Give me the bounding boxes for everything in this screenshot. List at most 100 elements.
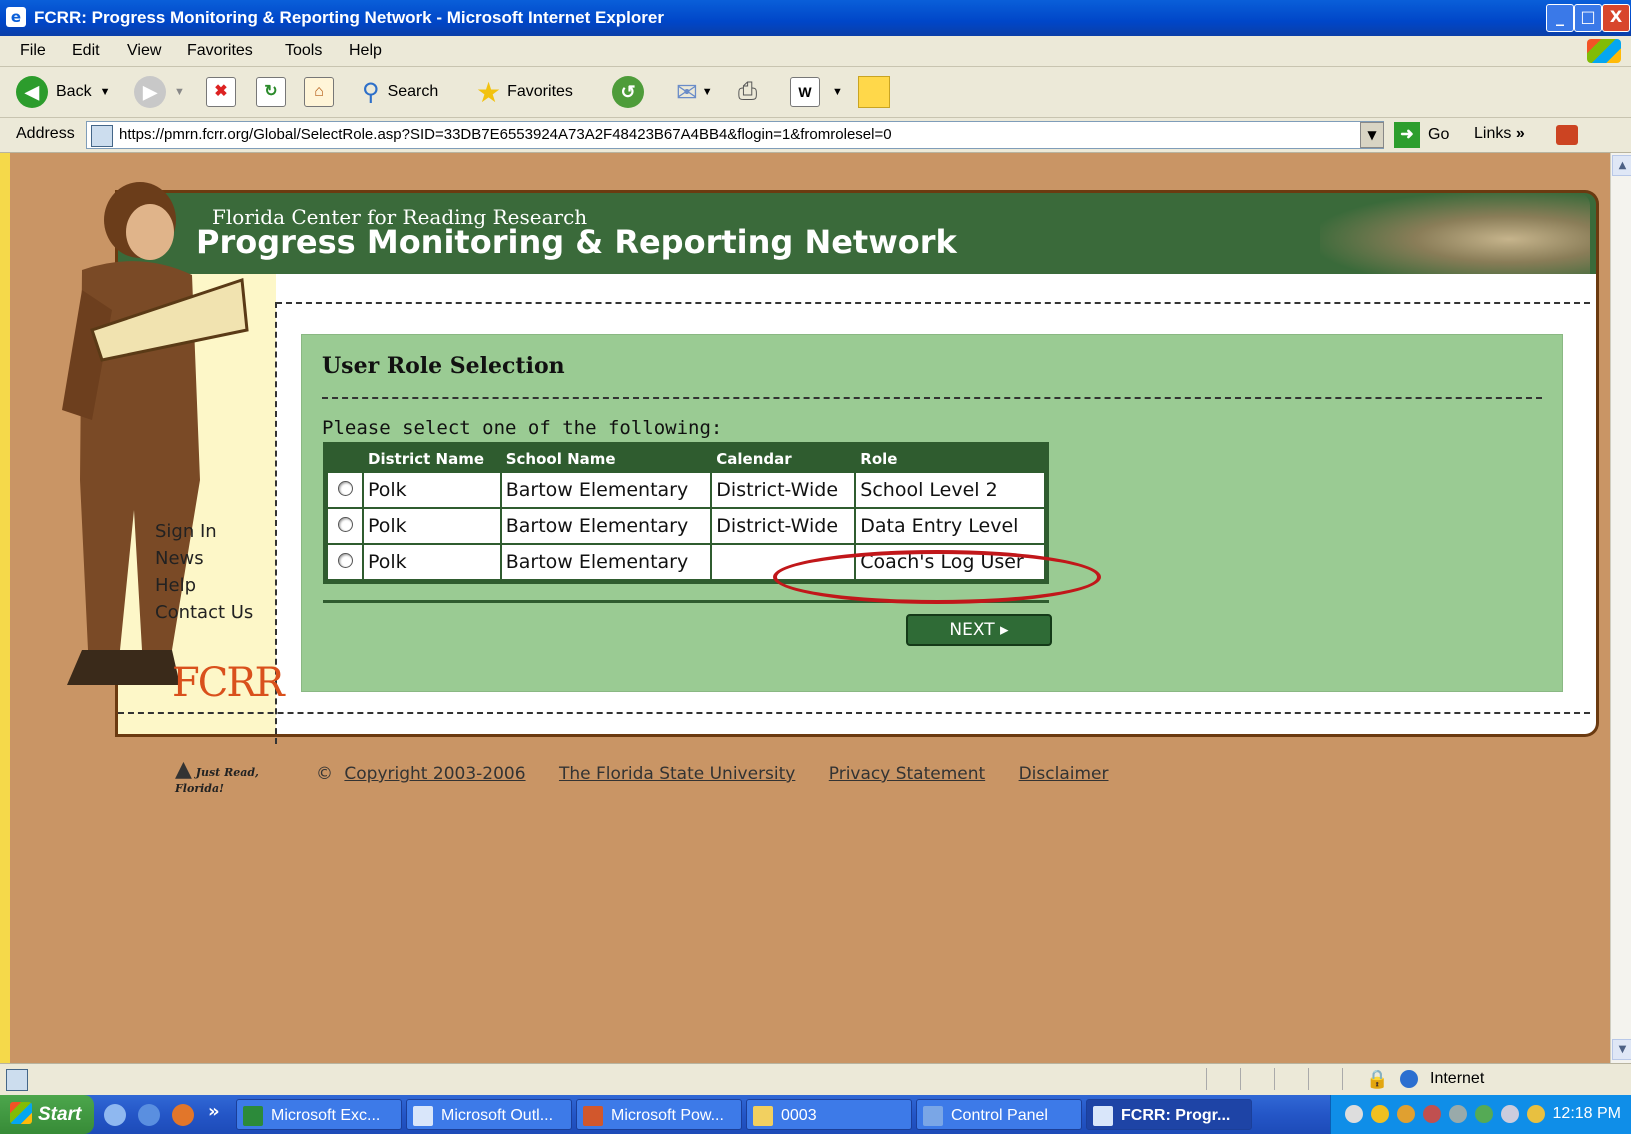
history-icon: ↺	[612, 76, 644, 108]
favorites-button[interactable]: ★ Favorites	[476, 75, 573, 109]
chevron-down-icon: ▼	[99, 86, 111, 98]
search-button[interactable]: ⚲ Search	[362, 75, 438, 109]
go-label: Go	[1428, 126, 1450, 143]
powerpoint-icon	[583, 1106, 603, 1126]
stop-button[interactable]: ✖	[206, 75, 236, 109]
nav-contact-us[interactable]: Contact Us	[155, 599, 253, 626]
task-label: 0003	[781, 1107, 817, 1124]
pen-tray-icon[interactable]	[1345, 1105, 1363, 1123]
task-fcrr-browser[interactable]: FCRR: Progr...	[1086, 1099, 1252, 1130]
chevron-right-icon: »	[1515, 125, 1525, 142]
history-button[interactable]: ↺	[612, 75, 644, 109]
search-icon: ⚲	[362, 78, 380, 106]
update-tray-icon[interactable]	[1397, 1105, 1415, 1123]
radio-cell[interactable]	[328, 509, 362, 543]
print-button[interactable]: ⎙	[738, 75, 757, 109]
radio-cell[interactable]	[328, 473, 362, 507]
nav-help[interactable]: Help	[155, 572, 253, 599]
highlight-oval	[773, 550, 1101, 604]
menu-edit[interactable]: Edit	[72, 42, 100, 60]
task-excel[interactable]: Microsoft Exc...	[236, 1099, 402, 1130]
column-header-role: Role	[856, 447, 1044, 471]
links-button[interactable]: Links »	[1474, 125, 1525, 143]
home-button[interactable]: ⌂	[304, 75, 334, 109]
radio-cell[interactable]	[328, 545, 362, 579]
task-control-panel[interactable]: Control Panel	[916, 1099, 1082, 1130]
maximize-button[interactable]: □	[1574, 4, 1602, 32]
acrobat-icon[interactable]	[1556, 125, 1578, 145]
address-label: Address	[16, 125, 75, 142]
links-label: Links	[1474, 125, 1512, 142]
vertical-scrollbar[interactable]: ▲ ▼	[1610, 153, 1631, 1063]
go-button[interactable]: ➜ Go	[1394, 121, 1449, 149]
menu-view[interactable]: View	[127, 42, 161, 60]
home-icon: ⌂	[304, 77, 334, 107]
windows-logo-icon	[1587, 39, 1621, 63]
district-cell: Polk	[364, 509, 500, 543]
scroll-down-button[interactable]: ▼	[1612, 1039, 1631, 1060]
chevron-right-icon[interactable]: »	[208, 1101, 220, 1122]
back-button[interactable]: ◀ Back ▼	[16, 75, 110, 109]
scroll-up-button[interactable]: ▲	[1612, 155, 1631, 176]
address-bar: Address https://pmrn.fcrr.org/Global/Sel…	[0, 118, 1631, 153]
desktop-quicklaunch-icon[interactable]	[104, 1104, 126, 1126]
notes-button[interactable]	[858, 75, 890, 109]
calendar-cell: District-Wide	[712, 473, 855, 507]
ie-icon	[1093, 1106, 1113, 1126]
task-folder-0003[interactable]: 0003	[746, 1099, 912, 1130]
table-row[interactable]: Polk Bartow Elementary District-Wide Dat…	[328, 509, 1044, 543]
network-tray-icon[interactable]	[1423, 1105, 1441, 1123]
site-title: Progress Monitoring & Reporting Network	[196, 223, 957, 261]
close-button[interactable]: X	[1602, 4, 1630, 32]
menu-help[interactable]: Help	[349, 42, 382, 60]
printer-icon: ⎙	[738, 78, 758, 105]
fsu-link[interactable]: The Florida State University	[559, 764, 795, 784]
menu-file[interactable]: File	[20, 42, 46, 60]
copyright-link[interactable]: Copyright 2003-2006	[344, 764, 525, 784]
address-dropdown-button[interactable]: ▼	[1360, 122, 1384, 148]
role-radio[interactable]	[337, 553, 353, 568]
forward-arrow-icon: ▶	[134, 76, 166, 108]
sync-tray-icon[interactable]	[1527, 1105, 1545, 1123]
shield-tray-icon[interactable]	[1371, 1105, 1389, 1123]
privacy-link[interactable]: Privacy Statement	[829, 764, 985, 784]
sticky-note-icon	[858, 76, 890, 108]
status-bar: 🔒 Internet	[0, 1063, 1631, 1096]
firefox-quicklaunch-icon[interactable]	[172, 1104, 194, 1126]
menu-tools[interactable]: Tools	[285, 42, 322, 60]
refresh-button[interactable]: ↻	[256, 75, 286, 109]
role-cell: Data Entry Level	[856, 509, 1044, 543]
volume-tray-icon[interactable]	[1449, 1105, 1467, 1123]
task-outlook[interactable]: Microsoft Outl...	[406, 1099, 572, 1130]
forward-button[interactable]: ▶ ▼	[134, 75, 185, 109]
start-button[interactable]: Start	[0, 1095, 94, 1134]
next-button[interactable]: NEXT ▸	[906, 614, 1052, 646]
minimize-button[interactable]: _	[1546, 4, 1574, 32]
radio-column-header	[328, 447, 362, 471]
role-radio[interactable]	[337, 481, 353, 496]
column-header-district: District Name	[364, 447, 500, 471]
control-panel-icon	[923, 1106, 943, 1126]
mail-button[interactable]: ✉ ▼	[676, 75, 713, 109]
antivirus-tray-icon[interactable]	[1475, 1105, 1493, 1123]
divider-top	[276, 302, 1590, 304]
ie-quicklaunch-icon[interactable]	[138, 1104, 160, 1126]
column-header-calendar: Calendar	[712, 447, 855, 471]
taskbar: Start » Microsoft Exc... Microsoft Outl.…	[0, 1095, 1631, 1134]
nav-news[interactable]: News	[155, 545, 253, 572]
table-row[interactable]: Polk Bartow Elementary District-Wide Sch…	[328, 473, 1044, 507]
back-label: Back	[56, 83, 92, 100]
site-banner: Florida Center for Reading Research Prog…	[115, 190, 1599, 277]
page-status-icon	[6, 1069, 28, 1091]
address-input[interactable]: https://pmrn.fcrr.org/Global/SelectRole.…	[86, 121, 1384, 149]
role-radio[interactable]	[337, 517, 353, 532]
edit-button[interactable]: W ▼	[790, 75, 843, 109]
menu-favorites[interactable]: Favorites	[187, 42, 253, 60]
nav-sign-in[interactable]: Sign In	[155, 518, 253, 545]
fcrr-logo: FCRR	[172, 660, 285, 706]
district-cell: Polk	[364, 545, 500, 579]
task-powerpoint[interactable]: Microsoft Pow...	[576, 1099, 742, 1130]
disclaimer-link[interactable]: Disclaimer	[1019, 764, 1109, 784]
display-tray-icon[interactable]	[1501, 1105, 1519, 1123]
divider-bottom	[118, 712, 1590, 714]
